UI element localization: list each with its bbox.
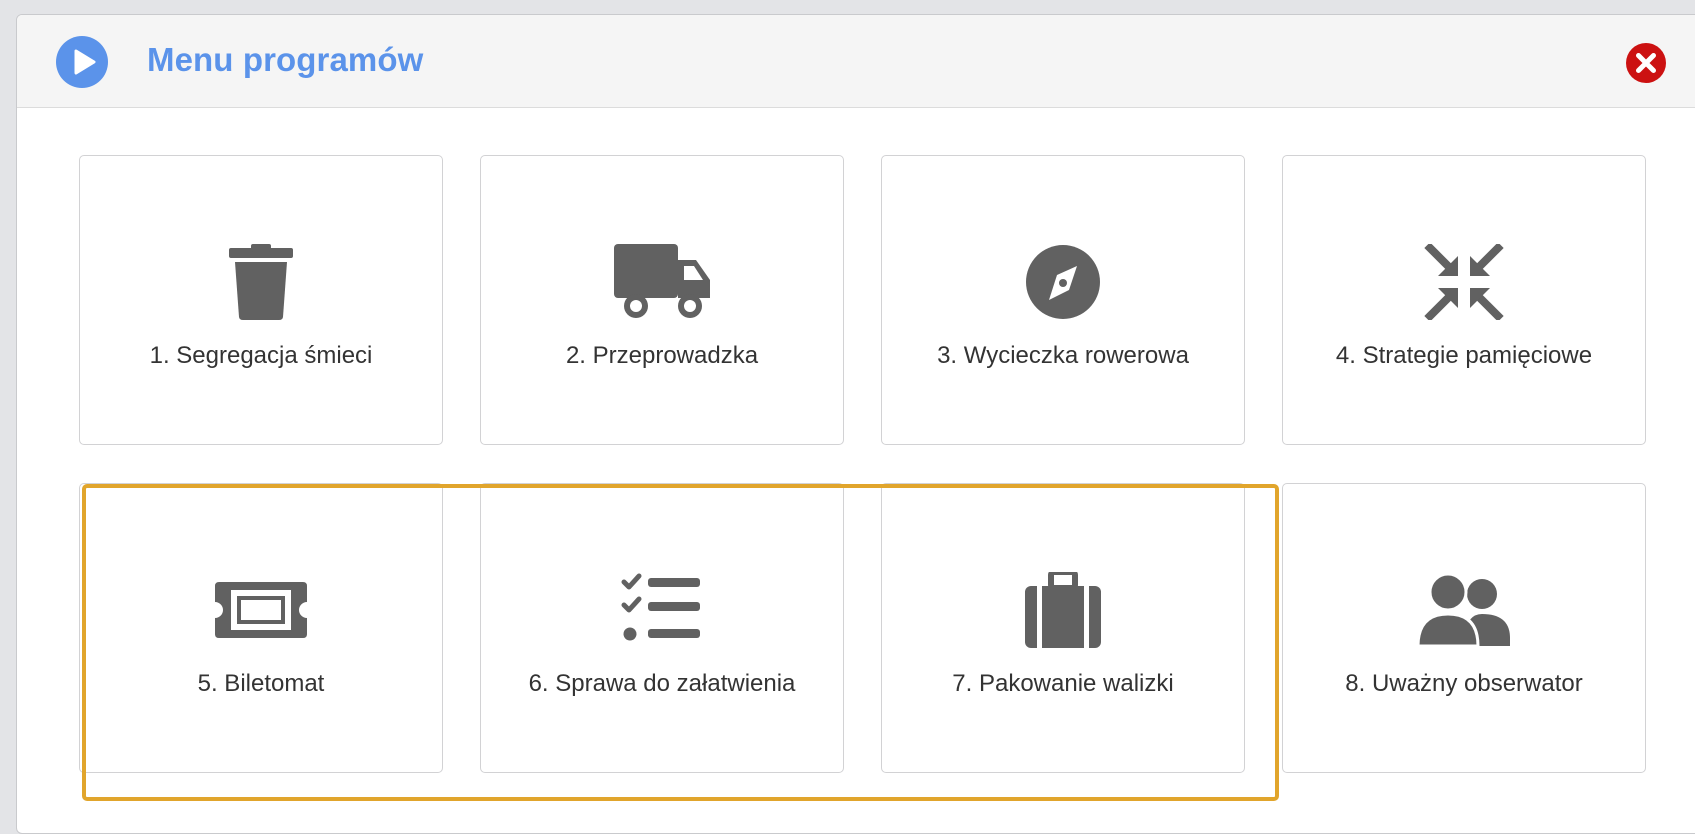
tile-label: 7. Pakowanie walizki	[952, 670, 1174, 697]
tile-label: 5. Biletomat	[197, 670, 325, 697]
users-icon	[1414, 572, 1514, 648]
program-tile-1[interactable]: 1. Segregacja śmieci	[79, 155, 443, 445]
program-tile-2[interactable]: 2. Przeprowadzka	[480, 155, 844, 445]
window-title: Menu programów	[147, 41, 424, 78]
compass-icon	[1013, 244, 1113, 320]
close-icon[interactable]	[1625, 42, 1667, 84]
tile-label: 8. Uważny obserwator	[1345, 670, 1583, 697]
program-menu-window: Menu programów 1. Segregacja śmieci 2. P…	[16, 14, 1695, 834]
program-tile-3[interactable]: 3. Wycieczka rowerowa	[881, 155, 1245, 445]
play-circle-icon	[56, 36, 108, 88]
tile-label: 6. Sprawa do załatwienia	[528, 670, 796, 697]
trash-icon	[211, 244, 311, 320]
tile-label: 4. Strategie pamięciowe	[1335, 342, 1593, 369]
ticket-icon	[211, 572, 311, 648]
program-tile-6[interactable]: 6. Sprawa do załatwienia	[480, 483, 844, 773]
tile-label: 2. Przeprowadzka	[565, 342, 759, 369]
truck-icon	[612, 244, 712, 320]
tile-label: 1. Segregacja śmieci	[149, 342, 373, 369]
program-tile-4[interactable]: 4. Strategie pamięciowe	[1282, 155, 1646, 445]
program-tile-8[interactable]: 8. Uważny obserwator	[1282, 483, 1646, 773]
program-tile-5[interactable]: 5. Biletomat	[79, 483, 443, 773]
compress-arrows-icon	[1414, 244, 1514, 320]
tile-label: 3. Wycieczka rowerowa	[937, 342, 1189, 369]
suitcase-icon	[1013, 572, 1113, 648]
program-tile-7[interactable]: 7. Pakowanie walizki	[881, 483, 1245, 773]
checklist-icon	[612, 572, 712, 648]
window-header: Menu programów	[17, 15, 1695, 108]
